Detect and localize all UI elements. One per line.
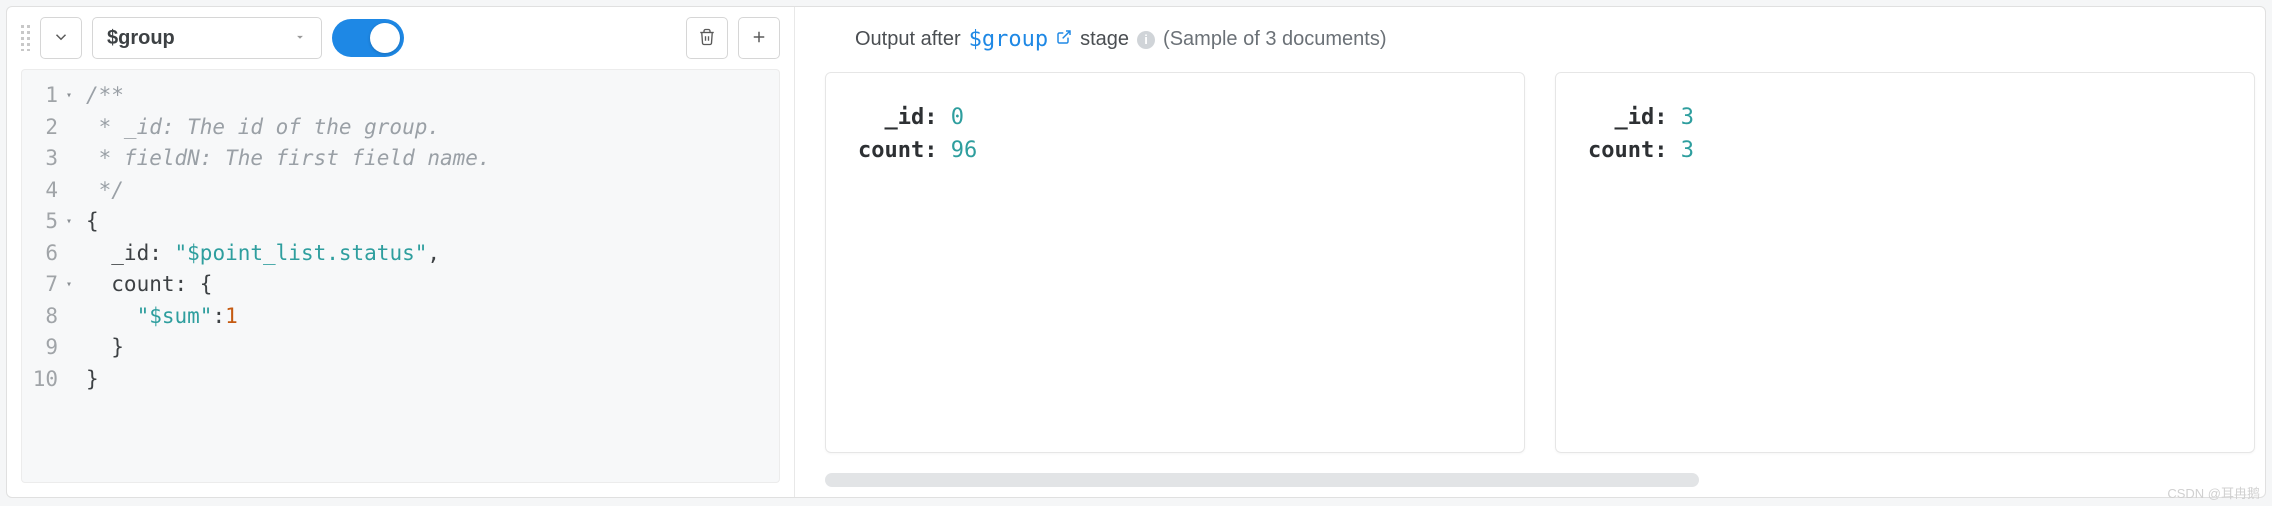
horizontal-scrollbar[interactable] — [825, 473, 2235, 487]
code-line: count: { — [86, 269, 491, 301]
document-field: _id: 0 — [858, 101, 1492, 134]
line-number: 6 — [32, 238, 72, 270]
delete-stage-button[interactable] — [686, 17, 728, 59]
external-link-icon[interactable] — [1056, 28, 1072, 51]
code-line: * fieldN: The first field name. — [86, 143, 491, 175]
code-content: /** * _id: The id of the group. * fieldN… — [78, 80, 491, 472]
code-editor[interactable]: 1▾2345▾67▾8910 /** * _id: The id of the … — [21, 69, 780, 483]
stage-output-pane: Output after $group stage i (Sample of 3… — [795, 7, 2265, 497]
fold-marker-icon[interactable]: ▾ — [62, 88, 72, 103]
collapse-button[interactable] — [40, 17, 82, 59]
line-number: 4 — [32, 175, 72, 207]
code-line: _id: "$point_list.status", — [86, 238, 491, 270]
stage-editor-pane: $group 1▾2345▾67▾8910 /** — [7, 7, 795, 497]
stage-enabled-toggle[interactable] — [332, 19, 404, 57]
line-number: 8 — [32, 301, 72, 333]
documents-list[interactable]: _id: 0count: 96 _id: 3count: 3 — [795, 72, 2265, 473]
code-line: } — [86, 332, 491, 364]
document-field: count: 3 — [1588, 134, 2222, 167]
pipeline-stage-card: $group 1▾2345▾67▾8910 /** — [6, 6, 2266, 498]
line-gutter: 1▾2345▾67▾8910 — [22, 80, 78, 472]
info-icon[interactable]: i — [1137, 31, 1155, 49]
code-line: */ — [86, 175, 491, 207]
output-suffix: stage — [1080, 28, 1129, 51]
line-number: 9 — [32, 332, 72, 364]
code-line: * _id: The id of the group. — [86, 112, 491, 144]
drag-handle-icon[interactable] — [21, 25, 30, 51]
fold-marker-icon[interactable]: ▾ — [62, 214, 72, 229]
chevron-down-icon — [52, 28, 70, 49]
code-line: /** — [86, 80, 491, 112]
trash-icon — [698, 28, 716, 49]
sample-count-text: (Sample of 3 documents) — [1163, 28, 1386, 51]
caret-down-icon — [293, 27, 307, 50]
output-header: Output after $group stage i (Sample of 3… — [795, 17, 2265, 72]
line-number: 2 — [32, 112, 72, 144]
watermark-text: CSDN @耳冉鹅 — [2167, 483, 2260, 502]
output-prefix: Output after — [855, 28, 961, 51]
line-number: 3 — [32, 143, 72, 175]
document-card[interactable]: _id: 3count: 3 — [1555, 72, 2255, 453]
stage-operator-label: $group — [107, 27, 175, 50]
code-line: { — [86, 206, 491, 238]
line-number: 1▾ — [32, 80, 72, 112]
document-card[interactable]: _id: 0count: 96 — [825, 72, 1525, 453]
stage-toolbar: $group — [7, 7, 794, 69]
code-line: "$sum":1 — [86, 301, 491, 333]
plus-icon — [750, 28, 768, 49]
stage-operator-select[interactable]: $group — [92, 17, 322, 59]
line-number: 10 — [32, 364, 72, 396]
output-stage-name: $group — [969, 27, 1048, 52]
line-number: 5▾ — [32, 206, 72, 238]
fold-marker-icon[interactable]: ▾ — [62, 277, 72, 292]
toggle-knob — [370, 23, 400, 53]
add-stage-button[interactable] — [738, 17, 780, 59]
document-field: count: 96 — [858, 134, 1492, 167]
line-number: 7▾ — [32, 269, 72, 301]
scrollbar-thumb[interactable] — [825, 473, 1699, 487]
code-line: } — [86, 364, 491, 396]
document-field: _id: 3 — [1588, 101, 2222, 134]
